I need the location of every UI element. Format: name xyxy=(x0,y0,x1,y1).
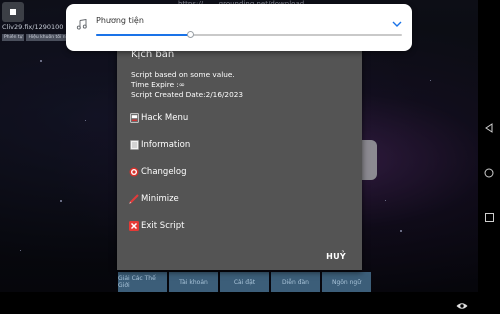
menu-item-minimize[interactable]: Minimize xyxy=(129,194,179,204)
volume-slider[interactable] xyxy=(96,31,402,38)
volume-slider-fill xyxy=(96,34,191,36)
status-bar xyxy=(0,292,500,313)
info-line: Script based on some value. xyxy=(131,70,235,79)
media-label: Phương tiện xyxy=(96,16,144,25)
tab-language[interactable]: Ngôn ngữ xyxy=(322,272,371,292)
info-line: Script Created Date:2/16/2023 xyxy=(131,90,243,99)
script-info: Script based on some value. Time Expire … xyxy=(131,70,243,100)
tab-account[interactable]: Tài khoản xyxy=(169,272,218,292)
tab-worlds[interactable]: Giải Các Thế Giới xyxy=(118,272,167,292)
bottom-tabs: Giải Các Thế Giới Tài khoản Cài đặt Diễn… xyxy=(118,272,371,292)
slot-machine-icon xyxy=(129,113,139,123)
menu-item-label: Information xyxy=(141,140,191,150)
system-navbar xyxy=(478,0,500,292)
small-button[interactable]: Phiên tự xyxy=(2,34,25,41)
notepad-icon xyxy=(129,140,139,150)
menu-item-label: Exit Script xyxy=(141,221,185,231)
tab-settings[interactable]: Cài đặt xyxy=(220,272,269,292)
menu-item-label: Changelog xyxy=(141,167,187,177)
volume-slider-thumb[interactable] xyxy=(187,31,195,38)
back-icon[interactable] xyxy=(484,123,494,133)
app-badge[interactable] xyxy=(2,2,24,22)
eye-icon[interactable] xyxy=(456,295,468,314)
home-icon[interactable] xyxy=(484,168,494,178)
menu-item-label: Hack Menu xyxy=(141,113,189,123)
chevron-down-icon[interactable] xyxy=(392,13,402,32)
menu-item-exit-script[interactable]: Exit Script xyxy=(129,221,184,231)
music-note-icon xyxy=(76,15,87,34)
menu-item-hack-menu[interactable]: Hack Menu xyxy=(129,113,188,123)
menu-item-information[interactable]: Information xyxy=(129,140,190,150)
cancel-button[interactable]: HUỶ xyxy=(326,252,346,261)
menu-item-changelog[interactable]: Changelog xyxy=(129,167,187,177)
cross-mark-icon xyxy=(129,221,139,231)
menu-item-label: Minimize xyxy=(141,194,179,204)
square-icon xyxy=(10,9,16,15)
recents-icon[interactable] xyxy=(484,212,494,222)
target-icon xyxy=(129,167,139,177)
info-line: Time Expire :∞ xyxy=(131,80,185,89)
tab-forum[interactable]: Diễn đàn xyxy=(271,272,320,292)
media-volume-panel: Phương tiện xyxy=(66,4,412,51)
version-label: Cliv29.fix/1290100 xyxy=(2,23,64,31)
syringe-icon xyxy=(129,194,139,204)
script-dialog: Kịch bản Script based on some value. Tim… xyxy=(117,40,362,270)
